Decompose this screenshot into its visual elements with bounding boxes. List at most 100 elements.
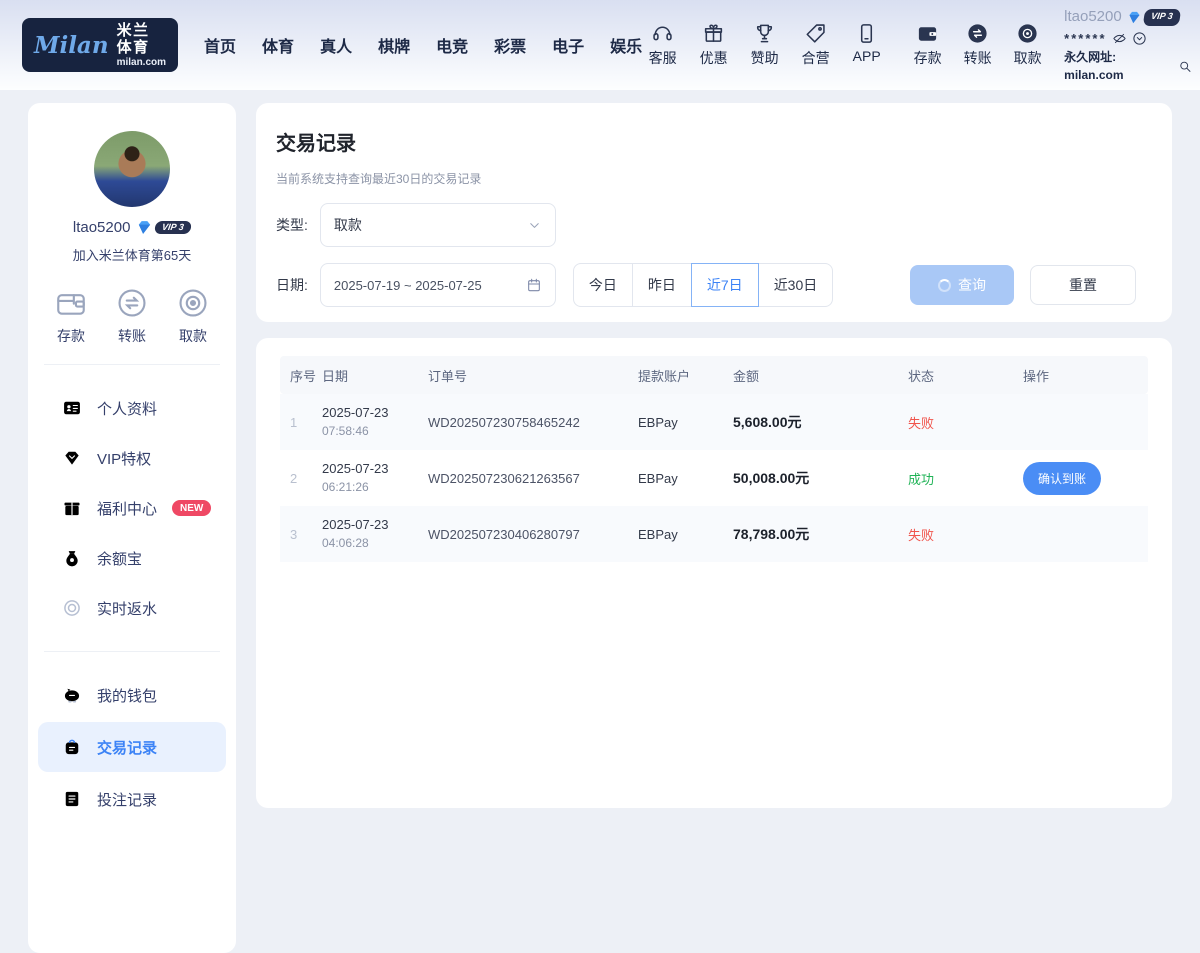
col-header-amount: 金额 — [733, 366, 908, 385]
nav-item[interactable]: 真人 — [320, 33, 352, 57]
range-today-button[interactable]: 今日 — [573, 263, 633, 307]
row-status: 失败 — [908, 413, 1023, 432]
col-header-status: 状态 — [908, 366, 1023, 385]
trophy-icon — [753, 22, 776, 45]
withdraw-button[interactable]: 取款 — [1007, 22, 1048, 68]
quick-action-label: 转账 — [118, 326, 146, 346]
transfer-outline-icon — [115, 286, 149, 320]
type-label: 类型: — [276, 215, 308, 235]
icon-label: 存款 — [914, 48, 942, 68]
customer-service-button[interactable]: 客服 — [642, 22, 683, 68]
date-range-value: 2025-07-19 ~ 2025-07-25 — [334, 278, 482, 293]
date-range-input[interactable]: 2025-07-19 ~ 2025-07-25 — [320, 263, 556, 307]
sidebar-item-bets[interactable]: 投注记录 — [28, 774, 236, 824]
brand-name-cn: 米兰体育 — [117, 22, 166, 57]
sidebar-item-transactions[interactable]: 交易记录 — [38, 722, 226, 772]
range-7days-button[interactable]: 近7日 — [691, 263, 759, 307]
row-date: 2025-07-23 07:58:46 — [322, 404, 428, 440]
row-date-time: 07:58:46 — [322, 423, 428, 440]
row-date-day: 2025-07-23 — [322, 516, 428, 535]
table-row: 2 2025-07-23 06:21:26 WD2025072306212635… — [280, 450, 1148, 506]
table-header-row: 序号 日期 订单号 提款账户 金额 状态 操作 — [280, 356, 1148, 394]
sidebar-item-label: 我的钱包 — [97, 685, 157, 706]
table-body: 1 2025-07-23 07:58:46 WD2025072307584652… — [280, 394, 1148, 562]
page-subtitle: 当前系统支持查询最近30日的交易记录 — [276, 170, 1152, 187]
sidebar-vip-badge: VIP 3 — [136, 219, 191, 236]
range-yesterday-button[interactable]: 昨日 — [632, 263, 692, 307]
sidebar-deposit-button[interactable]: 存款 — [54, 286, 88, 346]
nav-item[interactable]: 电竞 — [436, 33, 468, 57]
row-date-day: 2025-07-23 — [322, 460, 428, 479]
wallet-icon-group: 存款 转账 取款 — [907, 22, 1048, 68]
nav-item[interactable]: 娱乐 — [610, 33, 642, 57]
calendar-icon — [526, 277, 542, 293]
vip-level-label: VIP 3 — [155, 221, 193, 234]
magnifier-icon[interactable] — [1178, 59, 1192, 74]
row-order-number: WD202507230758465242 — [428, 415, 638, 430]
confirm-received-button[interactable]: 确认到账 — [1023, 462, 1101, 495]
nav-item[interactable]: 电子 — [552, 33, 584, 57]
type-select[interactable]: 取款 — [320, 203, 556, 247]
sidebar-item-wallet[interactable]: 我的钱包 — [28, 670, 236, 720]
sidebar-avatar[interactable] — [94, 131, 170, 207]
piggy-bank-icon — [62, 685, 82, 705]
sidebar-item-label: 实时返水 — [97, 598, 157, 619]
sidebar-quick-actions: 存款 转账 取款 — [28, 286, 236, 346]
col-header-account: 提款账户 — [638, 366, 733, 385]
partner-button[interactable]: 合营 — [795, 22, 836, 68]
sidebar-item-label: 交易记录 — [97, 737, 157, 758]
chevron-circle-icon[interactable] — [1132, 31, 1147, 46]
service-icon-group: 客服 优惠 赞助 合营 — [642, 22, 887, 68]
app-download-button[interactable]: APP — [846, 22, 887, 68]
icon-label: 取款 — [1014, 48, 1042, 68]
row-status: 成功 — [908, 469, 1023, 488]
filter-card: 交易记录 当前系统支持查询最近30日的交易记录 类型: 取款 日期: 2025-… — [256, 103, 1172, 322]
header-right: 客服 优惠 赞助 合营 — [642, 6, 1200, 84]
page-title: 交易记录 — [276, 127, 1152, 156]
type-filter-row: 类型: 取款 — [276, 203, 1152, 247]
row-index: 2 — [280, 471, 322, 486]
sidebar-item-label: VIP特权 — [97, 448, 151, 469]
deposit-button[interactable]: 存款 — [907, 22, 948, 68]
icon-label: 合营 — [802, 48, 830, 68]
reset-button[interactable]: 重置 — [1030, 265, 1136, 305]
sidebar-item-profile[interactable]: 个人资料 — [28, 383, 236, 433]
sidebar-item-yuebao[interactable]: 余额宝 — [28, 533, 236, 583]
range-30days-button[interactable]: 近30日 — [758, 263, 834, 307]
promo-button[interactable]: 优惠 — [693, 22, 734, 68]
joined-days-text: 加入米兰体育第65天 — [28, 245, 236, 264]
query-button[interactable]: 查询 — [910, 265, 1014, 305]
eye-off-icon[interactable] — [1112, 31, 1127, 46]
vip-diamond-icon — [1127, 10, 1142, 25]
row-amount: 50,008.00元 — [733, 468, 908, 488]
masked-balance: ****** — [1064, 29, 1106, 49]
query-button-label: 查询 — [958, 275, 986, 295]
nav-item[interactable]: 体育 — [262, 33, 294, 57]
sidebar-transfer-button[interactable]: 转账 — [115, 286, 149, 346]
row-amount: 5,608.00元 — [733, 412, 908, 432]
moneybag-icon — [62, 548, 82, 568]
col-header-date: 日期 — [322, 366, 428, 385]
chevron-down-icon — [527, 218, 542, 233]
sidebar: ltao5200 VIP 3 加入米兰体育第65天 存款 转账 取款 — [28, 103, 236, 953]
row-amount: 78,798.00元 — [733, 524, 908, 544]
nav-item[interactable]: 棋牌 — [378, 33, 410, 57]
brand-logo[interactable]: Milan 米兰体育 milan.com — [22, 18, 178, 72]
user-info-block[interactable]: ltao5200 VIP 3 ****** 永久网址: milan.com — [1064, 6, 1192, 84]
sidebar-item-benefits[interactable]: 福利中心 NEW — [28, 483, 236, 533]
sidebar-item-rebate[interactable]: 实时返水 — [28, 583, 236, 633]
withdraw-outline-icon — [176, 286, 210, 320]
sidebar-item-vip[interactable]: VIP特权 — [28, 433, 236, 483]
sponsor-button[interactable]: 赞助 — [744, 22, 785, 68]
sidebar-withdraw-button[interactable]: 取款 — [176, 286, 210, 346]
nav-item[interactable]: 彩票 — [494, 33, 526, 57]
col-header-order: 订单号 — [428, 366, 638, 385]
icon-label: 转账 — [964, 48, 992, 68]
row-withdraw-account: EBPay — [638, 415, 733, 430]
sidebar-item-label: 投注记录 — [97, 789, 157, 810]
vip-badge: VIP 3 — [1127, 9, 1180, 26]
transfer-button[interactable]: 转账 — [957, 22, 998, 68]
col-header-action: 操作 — [1023, 366, 1148, 385]
nav-item[interactable]: 首页 — [204, 33, 236, 57]
icon-label: APP — [853, 48, 881, 64]
